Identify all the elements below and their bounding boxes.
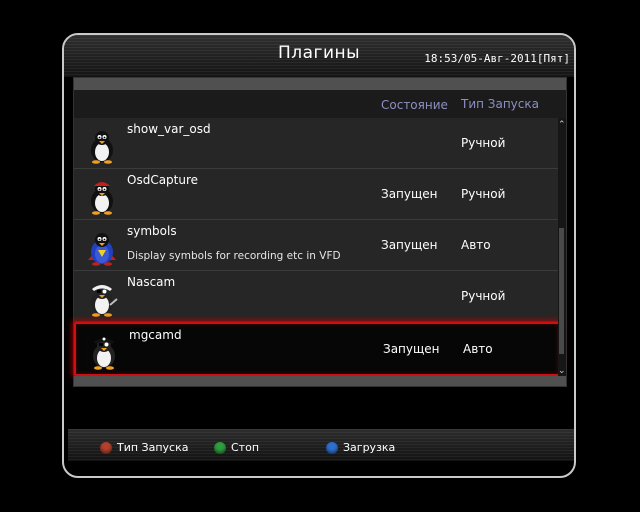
plugin-row-nascam[interactable]: Nascam Ручной — [74, 271, 560, 322]
penguin-icon — [91, 131, 113, 164]
panel-top-stripe — [74, 78, 566, 90]
green-button[interactable]: Стоп — [214, 441, 259, 454]
plugin-row-mgcamd[interactable]: mgcamd Запущен Авто — [74, 322, 560, 376]
penguin-superman-icon — [88, 233, 116, 266]
blue-key-icon — [326, 441, 338, 454]
penguin-pirate-icon — [91, 285, 118, 317]
plugin-start-type: Авто — [461, 238, 491, 252]
plugin-start-type: Ручной — [461, 289, 506, 303]
plugin-name: Nascam — [127, 275, 176, 289]
scroll-down-icon[interactable]: ⌄ — [558, 366, 566, 376]
plugin-list-panel: Состояние Тип Запуска show_var_osd Ручно — [73, 77, 567, 387]
plugin-name: OsdCapture — [127, 173, 199, 187]
scroll-thumb[interactable] — [559, 228, 564, 354]
plugin-state: Запущен — [383, 342, 440, 356]
plugins-window: Плагины 18:53/05-Авг-2011[Пят] Состояние… — [62, 33, 576, 478]
plugin-row-symbols[interactable]: symbols Display symbols for recording et… — [74, 220, 560, 271]
plugin-start-type: Ручной — [461, 187, 506, 201]
green-key-icon — [214, 441, 226, 454]
plugin-description: Display symbols for recording etc in VFD — [127, 250, 341, 262]
plugin-name: show_var_osd — [127, 122, 211, 136]
plugin-name: mgcamd — [129, 328, 182, 342]
panel-bottom-stripe — [74, 376, 566, 386]
clock: 18:53/05-Авг-2011[Пят] — [424, 52, 570, 65]
penguin-pirate-icon — [93, 337, 115, 370]
plugin-list: show_var_osd Ручной OsdCapture Запущен Р… — [74, 118, 560, 376]
plugin-start-type: Ручной — [461, 136, 506, 150]
plugin-state: Запущен — [381, 187, 438, 201]
plugin-row-show-var-osd[interactable]: show_var_osd Ручной — [74, 118, 560, 169]
plugin-name: symbols — [127, 224, 177, 238]
scrollbar[interactable]: ⌃ ⌄ — [558, 118, 566, 376]
blue-button[interactable]: Загрузка — [326, 441, 395, 454]
title-bar: Плагины 18:53/05-Авг-2011[Пят] — [64, 35, 574, 77]
column-type: Тип Запуска — [461, 97, 539, 111]
red-button-label: Тип Запуска — [117, 441, 189, 454]
plugin-row-osdcapture[interactable]: OsdCapture Запущен Ручной — [74, 169, 560, 220]
column-header: Состояние Тип Запуска — [74, 90, 566, 118]
blue-button-label: Загрузка — [343, 441, 396, 454]
column-state: Состояние — [381, 98, 448, 112]
button-bar: Тип Запуска Стоп Загрузка — [68, 429, 574, 461]
red-key-icon — [100, 441, 112, 454]
plugin-state: Запущен — [381, 238, 438, 252]
green-button-label: Стоп — [231, 441, 260, 454]
penguin-icon — [91, 182, 113, 215]
scroll-up-icon[interactable]: ⌃ — [558, 120, 566, 130]
plugin-start-type: Авто — [463, 342, 493, 356]
red-button[interactable]: Тип Запуска — [100, 441, 188, 454]
